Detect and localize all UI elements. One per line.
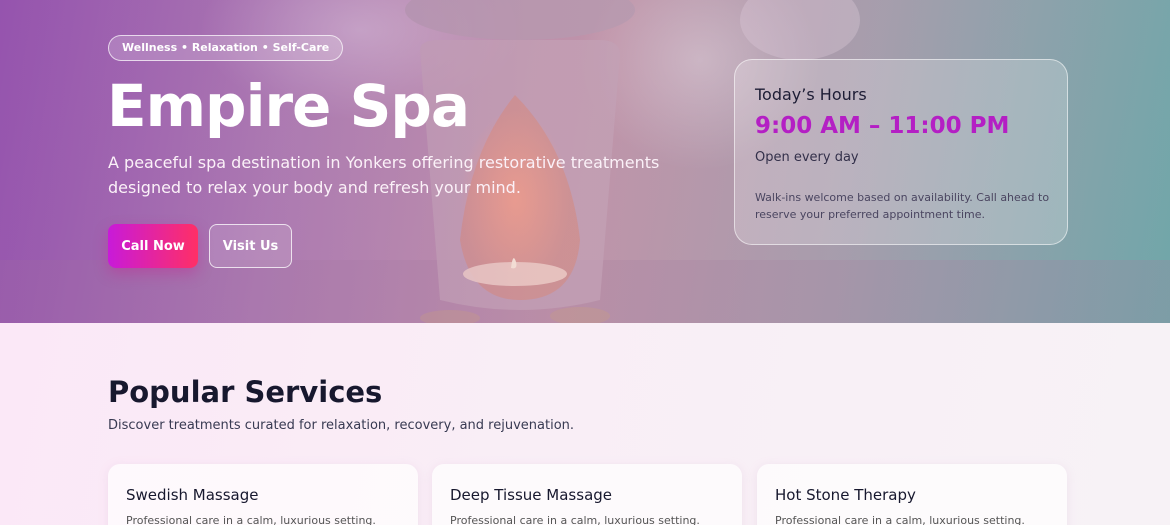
services-title: Popular Services [108, 375, 383, 409]
services-subtitle: Discover treatments curated for relaxati… [108, 418, 575, 433]
service-card-title: Deep Tissue Massage [450, 486, 613, 504]
hero-title: Empire Spa [107, 72, 470, 140]
hero-subtitle: A peaceful spa destination in Yonkers of… [108, 153, 660, 197]
services-section: Popular Services Discover treatments cur… [0, 323, 1170, 525]
tagline-pill: Wellness • Relaxation • Self-Care [108, 35, 344, 61]
service-card-swedish-massage[interactable]: Swedish Massage Professional care in a c… [108, 464, 418, 525]
service-card-description: Professional care in a calm, luxurious s… [450, 514, 700, 525]
service-card-title: Hot Stone Therapy [775, 486, 916, 504]
service-card-hot-stone-therapy[interactable]: Hot Stone Therapy Professional care in a… [757, 464, 1067, 525]
hours-time: 9:00 AM – 11:00 PM [755, 113, 1010, 139]
service-card-deep-tissue-massage[interactable]: Deep Tissue Massage Professional care in… [432, 464, 742, 525]
service-card-description: Professional care in a calm, luxurious s… [775, 514, 1025, 525]
hero-section: Wellness • Relaxation • Self-Care Empire… [0, 0, 1170, 323]
hours-open-text: Open every day [755, 150, 859, 165]
hours-note: Walk-ins welcome based on availability. … [755, 191, 1050, 221]
visit-us-button[interactable]: Visit Us [209, 224, 292, 268]
service-card-title: Swedish Massage [126, 486, 259, 504]
call-now-button[interactable]: Call Now [108, 224, 198, 268]
service-card-description: Professional care in a calm, luxurious s… [126, 514, 376, 525]
hours-card: Today’s Hours 9:00 AM – 11:00 PM Open ev… [734, 59, 1068, 245]
hours-title: Today’s Hours [755, 85, 867, 104]
